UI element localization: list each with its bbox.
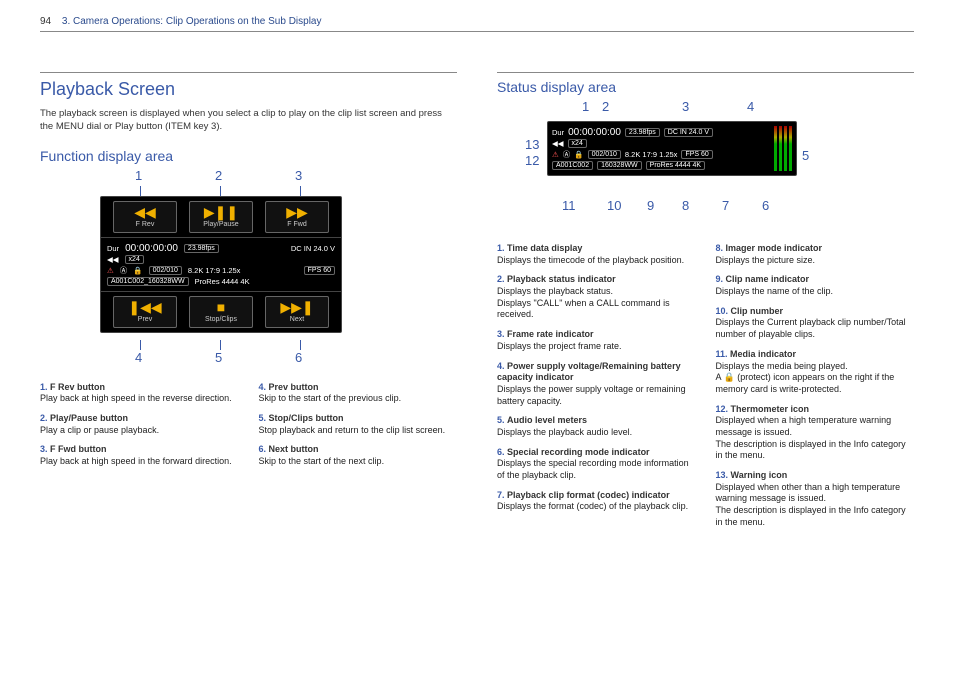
s-callout-12: 12	[525, 153, 539, 168]
callout-2: 2	[215, 168, 222, 183]
warning-icon: ⚠	[107, 266, 114, 275]
lock-icon: 🔒	[133, 266, 142, 275]
rewind-icon: ◀◀	[134, 205, 156, 219]
s-callout-7: 7	[722, 198, 729, 213]
rewind-small-icon: ◀◀	[107, 255, 119, 264]
s-callout-9: 9	[647, 198, 654, 213]
next-button[interactable]: ▶▶❚Next	[265, 296, 329, 328]
s-callout-2: 2	[602, 99, 609, 114]
status-area-heading: Status display area	[497, 72, 914, 95]
s-callout-10: 10	[607, 198, 621, 213]
status-strip: Dur 00:00:00:00 23.98fps DC IN 24.0 V ◀◀…	[101, 237, 341, 292]
left-column: Playback Screen The playback screen is d…	[40, 52, 457, 536]
skip-next-icon: ▶▶❚	[280, 300, 313, 314]
stop-clips-button[interactable]: ■Stop/Clips	[189, 296, 253, 328]
status-diagram: 1 2 3 4 13 12 5 Dur 00:00:00:00 23.98fps…	[547, 103, 827, 233]
s-callout-11: 11	[562, 198, 576, 213]
callout-4: 4	[135, 350, 142, 365]
play-pause-button[interactable]: ▶❚❚Play/Pause	[189, 201, 253, 233]
callout-6: 6	[295, 350, 302, 365]
s-callout-13: 13	[525, 137, 539, 152]
s-callout-3: 3	[682, 99, 689, 114]
media-a-icon: Ⓐ	[120, 265, 128, 276]
right-column: Status display area 1 2 3 4 13 12 5 Dur …	[497, 52, 914, 536]
playback-intro: The playback screen is displayed when yo…	[40, 108, 457, 134]
status-defs: 1. Time data displayDisplays the timecod…	[497, 243, 914, 536]
audio-meters	[774, 126, 792, 171]
frev-button[interactable]: ◀◀F Rev	[113, 201, 177, 233]
stop-icon: ■	[217, 300, 225, 314]
forward-icon: ▶▶	[286, 205, 308, 219]
chapter-title: 3. Camera Operations: Clip Operations on…	[62, 16, 322, 27]
prev-button[interactable]: ❚◀◀Prev	[113, 296, 177, 328]
function-area-heading: Function display area	[40, 148, 457, 164]
rewind-small-icon: ◀◀	[552, 139, 564, 148]
s-callout-4: 4	[747, 99, 754, 114]
ffwd-button[interactable]: ▶▶F Fwd	[265, 201, 329, 233]
callout-1: 1	[135, 168, 142, 183]
play-pause-icon: ▶❚❚	[204, 205, 238, 219]
playback-heading: Playback Screen	[40, 72, 457, 100]
lock-icon: 🔒	[574, 150, 583, 159]
s-callout-6: 6	[762, 198, 769, 213]
warning-icon: ⚠	[552, 150, 559, 159]
function-diagram: 1 2 3 ◀◀F Rev ▶❚❚Play/Pause ▶▶F Fwd Dur …	[100, 172, 360, 372]
function-defs: 1. F Rev buttonPlay back at high speed i…	[40, 382, 457, 476]
skip-prev-icon: ❚◀◀	[128, 300, 161, 314]
page-number: 94	[40, 16, 51, 27]
s-callout-8: 8	[682, 198, 689, 213]
s-callout-1: 1	[582, 99, 589, 114]
callout-5: 5	[215, 350, 222, 365]
media-a-icon: Ⓐ	[563, 149, 571, 160]
callout-3: 3	[295, 168, 302, 183]
s-callout-5: 5	[802, 148, 809, 163]
page-header: 94 3. Camera Operations: Clip Operations…	[40, 16, 914, 32]
